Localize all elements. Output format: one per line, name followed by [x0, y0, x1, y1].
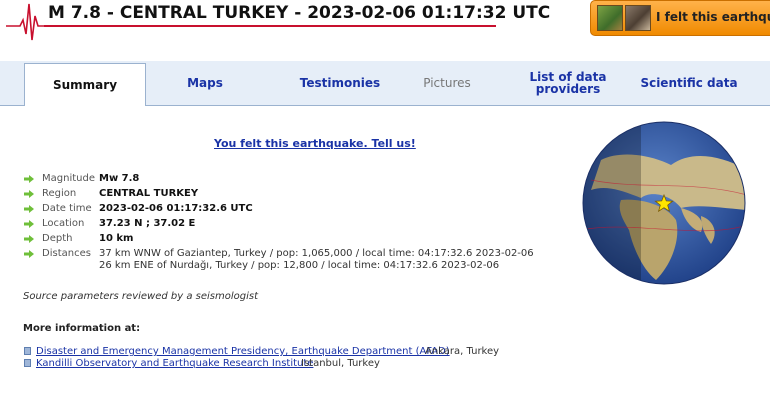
tab-testimonies[interactable]: Testimonies [270, 61, 410, 105]
i-felt-this-earthquake-button[interactable]: I felt this earthquake [590, 0, 770, 36]
night-shade [583, 122, 641, 284]
tab-label: Scientific data [640, 76, 738, 90]
afad-location: Ankara, Turkey [425, 346, 500, 357]
param-label: Location [42, 218, 85, 229]
list-bullet-icon [24, 359, 31, 367]
felt-photo-icon [597, 5, 623, 31]
tab-data-providers[interactable]: List of data providers [520, 61, 616, 105]
seismogram-icon [6, 3, 46, 41]
tab-label: Summary [52, 78, 118, 92]
afad-link[interactable]: Disaster and Emergency Management Presid… [36, 346, 450, 357]
param-label: Distances [42, 248, 91, 259]
distance-line: 26 km ENE of Nurdağı, Turkey / pop: 12,8… [99, 260, 500, 271]
distance-line: 37 km WNW of Gaziantep, Turkey / pop: 1,… [99, 248, 534, 259]
param-label: Depth [42, 233, 73, 244]
title-underline [44, 25, 496, 27]
reviewed-note: Source parameters reviewed by a seismolo… [23, 291, 259, 302]
param-label: Date time [42, 203, 92, 214]
arrow-right-icon [24, 235, 34, 243]
tab-summary[interactable]: Summary [24, 63, 146, 106]
tab-label: Maps [187, 76, 223, 90]
region-value: CENTRAL TURKEY [99, 188, 199, 199]
tab-label: Testimonies [299, 76, 381, 90]
param-label: Region [42, 188, 77, 199]
felt-photo-icon [625, 5, 651, 31]
arrow-right-icon [24, 220, 34, 228]
felt-button-label: I felt this earthquake [656, 10, 770, 24]
tab-label: List of data providers [529, 70, 607, 96]
arrow-right-icon [24, 205, 34, 213]
kandilli-location: Istanbul, Turkey [301, 358, 380, 369]
tab-scientific-data[interactable]: Scientific data [636, 61, 742, 105]
arrow-right-icon [24, 250, 34, 258]
tab-label: Pictures [423, 76, 471, 90]
location-value: 37.23 N ; 37.02 E [99, 218, 196, 229]
magnitude-value: Mw 7.8 [99, 173, 140, 184]
page-title: M 7.8 - CENTRAL TURKEY - 2023-02-06 01:1… [48, 3, 551, 23]
more-info-heading: More information at: [23, 323, 141, 334]
param-label: Magnitude [42, 173, 95, 184]
arrow-right-icon [24, 175, 34, 183]
list-bullet-icon [24, 347, 31, 355]
tab-pictures: Pictures [410, 61, 484, 105]
globe-map[interactable] [581, 120, 747, 286]
datetime-value: 2023-02-06 01:17:32.6 UTC [99, 203, 253, 214]
distances-value: 37 km WNW of Gaziantep, Turkey / pop: 1,… [99, 248, 534, 272]
tab-bar: Summary Maps Testimonies Pictures List o… [0, 61, 770, 106]
arrow-right-icon [24, 190, 34, 198]
felt-earthquake-link[interactable]: You felt this earthquake. Tell us! [214, 137, 416, 150]
kandilli-link[interactable]: Kandilli Observatory and Earthquake Rese… [36, 358, 313, 369]
tab-maps[interactable]: Maps [160, 61, 250, 105]
header: M 7.8 - CENTRAL TURKEY - 2023-02-06 01:1… [0, 0, 770, 50]
depth-value: 10 km [99, 233, 134, 244]
